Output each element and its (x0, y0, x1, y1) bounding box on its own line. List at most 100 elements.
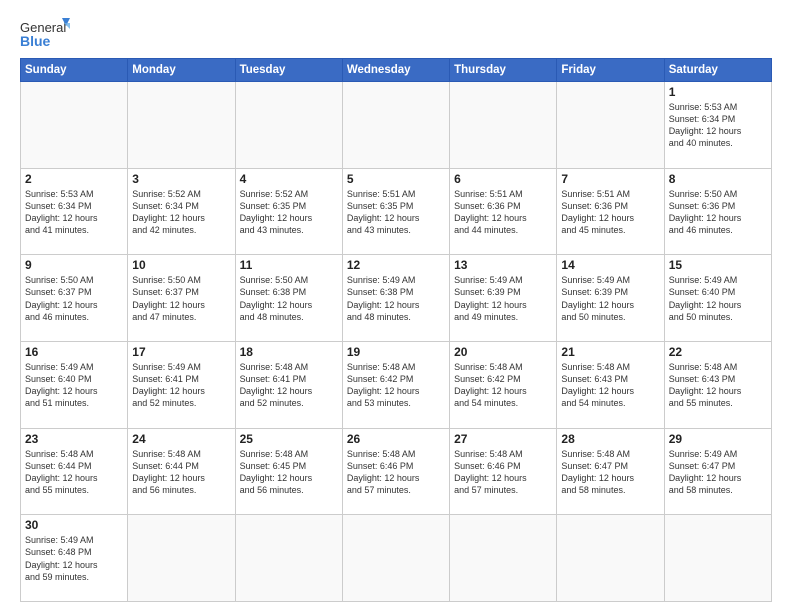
calendar-cell (557, 515, 664, 602)
week-row-2: 9 Sunrise: 5:50 AM Sunset: 6:37 PM Daylig… (21, 255, 772, 342)
calendar-cell (450, 515, 557, 602)
day-number: 30 (25, 518, 123, 532)
cell-info-text: Sunrise: 5:48 AM Sunset: 6:46 PM Dayligh… (347, 449, 420, 495)
weekday-header-row: SundayMondayTuesdayWednesdayThursdayFrid… (21, 59, 772, 82)
day-number: 28 (561, 432, 659, 446)
calendar-cell: 24Sunrise: 5:48 AM Sunset: 6:44 PM Dayli… (128, 428, 235, 515)
calendar-cell: 5Sunrise: 5:51 AM Sunset: 6:35 PM Daylig… (342, 168, 449, 255)
day-number: 16 (25, 345, 123, 359)
day-number: 6 (454, 172, 552, 186)
week-row-1: 2Sunrise: 5:53 AM Sunset: 6:34 PM Daylig… (21, 168, 772, 255)
day-number: 5 (347, 172, 445, 186)
calendar-cell: 3 Sunrise: 5:52 AM Sunset: 6:34 PM Daylig… (128, 168, 235, 255)
calendar-cell: 4 Sunrise: 5:52 AM Sunset: 6:35 PM Daylig… (235, 168, 342, 255)
cell-info-text: Sunrise: 5:48 AM Sunset: 6:45 PM Dayligh… (240, 449, 313, 495)
calendar-cell: 23Sunrise: 5:48 AM Sunset: 6:44 PM Dayli… (21, 428, 128, 515)
cell-info-text: Sunrise: 5:48 AM Sunset: 6:44 PM Dayligh… (25, 449, 98, 495)
day-number: 13 (454, 258, 552, 272)
week-row-3: 16Sunrise: 5:49 AM Sunset: 6:40 PM Dayli… (21, 341, 772, 428)
day-number: 4 (240, 172, 338, 186)
day-number: 17 (132, 345, 230, 359)
cell-info-text: Sunrise: 5:49 AM Sunset: 6:39 PM Dayligh… (454, 275, 527, 321)
calendar-cell (235, 82, 342, 169)
calendar-cell: 20 Sunrise: 5:48 AM Sunset: 6:42 PM Dayli… (450, 341, 557, 428)
weekday-header-saturday: Saturday (664, 59, 771, 82)
day-number: 22 (669, 345, 767, 359)
cell-info-text: Sunrise: 5:49 AM Sunset: 6:41 PM Dayligh… (132, 362, 205, 408)
calendar-cell (235, 515, 342, 602)
cell-info-text: Sunrise: 5:48 AM Sunset: 6:46 PM Dayligh… (454, 449, 527, 495)
day-number: 8 (669, 172, 767, 186)
day-number: 7 (561, 172, 659, 186)
day-number: 25 (240, 432, 338, 446)
day-number: 26 (347, 432, 445, 446)
calendar-cell: 6 Sunrise: 5:51 AM Sunset: 6:36 PM Daylig… (450, 168, 557, 255)
cell-info-text: Sunrise: 5:51 AM Sunset: 6:36 PM Dayligh… (561, 189, 634, 235)
cell-info-text: Sunrise: 5:52 AM Sunset: 6:34 PM Dayligh… (132, 189, 205, 235)
day-number: 20 (454, 345, 552, 359)
weekday-header-monday: Monday (128, 59, 235, 82)
cell-info-text: Sunrise: 5:48 AM Sunset: 6:42 PM Dayligh… (454, 362, 527, 408)
svg-text:Blue: Blue (20, 33, 51, 49)
cell-info-text: Sunrise: 5:50 AM Sunset: 6:36 PM Dayligh… (669, 189, 742, 235)
calendar-cell: 14Sunrise: 5:49 AM Sunset: 6:39 PM Dayli… (557, 255, 664, 342)
calendar-cell (128, 82, 235, 169)
calendar-cell: 13 Sunrise: 5:49 AM Sunset: 6:39 PM Dayli… (450, 255, 557, 342)
calendar-page: General Blue SundayMondayTuesdayWednesda… (0, 0, 792, 612)
day-number: 27 (454, 432, 552, 446)
calendar-cell (128, 515, 235, 602)
calendar-cell (21, 82, 128, 169)
cell-info-text: Sunrise: 5:53 AM Sunset: 6:34 PM Dayligh… (669, 102, 742, 148)
calendar-cell: 15 Sunrise: 5:49 AM Sunset: 6:40 PM Dayli… (664, 255, 771, 342)
weekday-header-wednesday: Wednesday (342, 59, 449, 82)
day-number: 9 (25, 258, 123, 272)
cell-info-text: Sunrise: 5:48 AM Sunset: 6:42 PM Dayligh… (347, 362, 420, 408)
header: General Blue (20, 16, 772, 52)
day-number: 10 (132, 258, 230, 272)
generalblue-logo-icon: General Blue (20, 16, 72, 52)
calendar-cell: 21 Sunrise: 5:48 AM Sunset: 6:43 PM Dayli… (557, 341, 664, 428)
day-number: 3 (132, 172, 230, 186)
day-number: 21 (561, 345, 659, 359)
day-number: 12 (347, 258, 445, 272)
weekday-header-friday: Friday (557, 59, 664, 82)
week-row-5: 30 Sunrise: 5:49 AM Sunset: 6:48 PM Dayli… (21, 515, 772, 602)
cell-info-text: Sunrise: 5:50 AM Sunset: 6:38 PM Dayligh… (240, 275, 313, 321)
calendar-cell: 30 Sunrise: 5:49 AM Sunset: 6:48 PM Dayli… (21, 515, 128, 602)
cell-info-text: Sunrise: 5:49 AM Sunset: 6:38 PM Dayligh… (347, 275, 420, 321)
calendar-cell: 16Sunrise: 5:49 AM Sunset: 6:40 PM Dayli… (21, 341, 128, 428)
cell-info-text: Sunrise: 5:48 AM Sunset: 6:44 PM Dayligh… (132, 449, 205, 495)
calendar-cell (664, 515, 771, 602)
day-number: 1 (669, 85, 767, 99)
day-number: 19 (347, 345, 445, 359)
calendar-cell: 1 Sunrise: 5:53 AM Sunset: 6:34 PM Daylig… (664, 82, 771, 169)
calendar-cell: 10Sunrise: 5:50 AM Sunset: 6:37 PM Dayli… (128, 255, 235, 342)
calendar-cell: 26 Sunrise: 5:48 AM Sunset: 6:46 PM Dayli… (342, 428, 449, 515)
cell-info-text: Sunrise: 5:49 AM Sunset: 6:48 PM Dayligh… (25, 535, 98, 581)
calendar-cell: 28Sunrise: 5:48 AM Sunset: 6:47 PM Dayli… (557, 428, 664, 515)
calendar-cell: 12 Sunrise: 5:49 AM Sunset: 6:38 PM Dayli… (342, 255, 449, 342)
week-row-0: 1 Sunrise: 5:53 AM Sunset: 6:34 PM Daylig… (21, 82, 772, 169)
calendar-cell (342, 515, 449, 602)
calendar-cell: 2Sunrise: 5:53 AM Sunset: 6:34 PM Daylig… (21, 168, 128, 255)
calendar-cell: 19 Sunrise: 5:48 AM Sunset: 6:42 PM Dayli… (342, 341, 449, 428)
cell-info-text: Sunrise: 5:49 AM Sunset: 6:39 PM Dayligh… (561, 275, 634, 321)
calendar-cell: 7 Sunrise: 5:51 AM Sunset: 6:36 PM Daylig… (557, 168, 664, 255)
calendar-cell: 9 Sunrise: 5:50 AM Sunset: 6:37 PM Daylig… (21, 255, 128, 342)
cell-info-text: Sunrise: 5:49 AM Sunset: 6:47 PM Dayligh… (669, 449, 742, 495)
weekday-header-thursday: Thursday (450, 59, 557, 82)
cell-info-text: Sunrise: 5:50 AM Sunset: 6:37 PM Dayligh… (25, 275, 98, 321)
day-number: 15 (669, 258, 767, 272)
calendar-cell: 11Sunrise: 5:50 AM Sunset: 6:38 PM Dayli… (235, 255, 342, 342)
cell-info-text: Sunrise: 5:52 AM Sunset: 6:35 PM Dayligh… (240, 189, 313, 235)
logo: General Blue (20, 16, 72, 52)
cell-info-text: Sunrise: 5:48 AM Sunset: 6:43 PM Dayligh… (669, 362, 742, 408)
day-number: 29 (669, 432, 767, 446)
cell-info-text: Sunrise: 5:51 AM Sunset: 6:36 PM Dayligh… (454, 189, 527, 235)
cell-info-text: Sunrise: 5:49 AM Sunset: 6:40 PM Dayligh… (669, 275, 742, 321)
weekday-header-sunday: Sunday (21, 59, 128, 82)
calendar-cell (557, 82, 664, 169)
cell-info-text: Sunrise: 5:53 AM Sunset: 6:34 PM Dayligh… (25, 189, 98, 235)
calendar-cell: 17 Sunrise: 5:49 AM Sunset: 6:41 PM Dayli… (128, 341, 235, 428)
cell-info-text: Sunrise: 5:48 AM Sunset: 6:43 PM Dayligh… (561, 362, 634, 408)
